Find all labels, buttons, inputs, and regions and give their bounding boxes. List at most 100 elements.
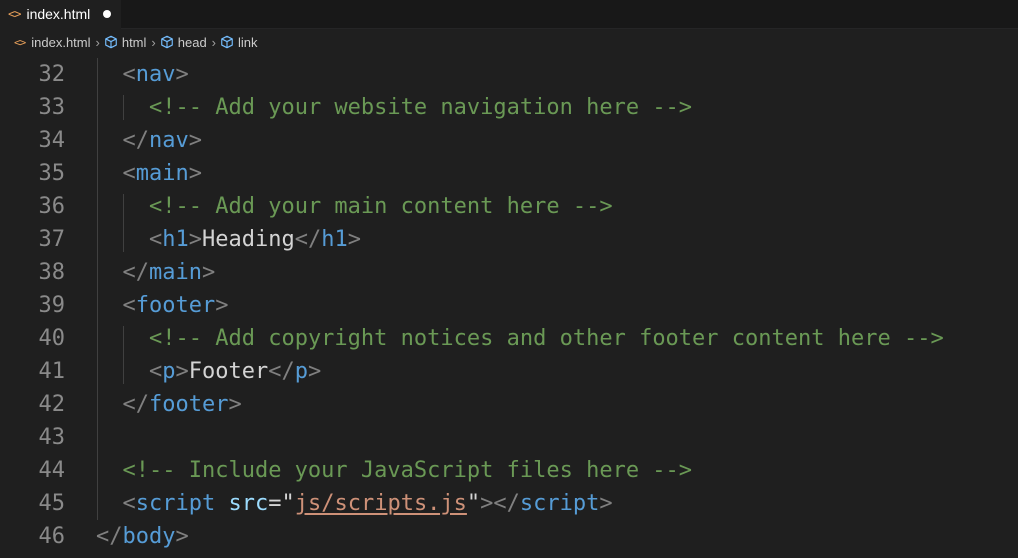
code-token-punc: < (122, 293, 136, 318)
code-line[interactable]: 43 (0, 421, 1018, 454)
line-number: 40 (38, 326, 66, 351)
breadcrumb-label: head (177, 34, 207, 50)
code-token-punc: > (599, 491, 613, 516)
code-content: </body > (96, 520, 189, 553)
code-token-tag: nav (149, 128, 189, 153)
line-number: 32 (38, 62, 66, 87)
code-token-punc: < (149, 227, 163, 252)
code-content: < p > Footer </p > (149, 355, 321, 388)
line-number: 41 (38, 359, 66, 384)
code-editor-window: <> index.html <> index.html › html › hea… (0, 0, 1018, 558)
code-token-comment: <!-- Add your website navigation here --… (149, 95, 693, 120)
line-number: 38 (38, 260, 66, 285)
code-token-tag: script (135, 491, 216, 516)
line-number: 36 (38, 194, 66, 219)
breadcrumb-item-link[interactable]: link (220, 35, 258, 50)
code-token-tag: main (149, 260, 202, 285)
code-content: </main > (123, 256, 216, 289)
line-number: 42 (38, 392, 66, 417)
code-line[interactable]: 41 < p > Footer </p > (0, 355, 1018, 388)
code-content: < h1 > Heading </h1 > (149, 223, 361, 256)
code-content: </nav > (123, 124, 203, 157)
symbol-cube-icon (105, 35, 117, 49)
breadcrumb-item-file[interactable]: <> index.html (14, 35, 91, 50)
code-token-text: Footer (188, 359, 269, 384)
code-token-tag: p (162, 359, 176, 384)
code-token-eq: = (268, 491, 282, 516)
code-token-punc: </ (96, 524, 123, 549)
html-file-icon: <> (14, 35, 26, 49)
code-line[interactable]: 45 < script src = " js/scripts.js " > </script > (0, 487, 1018, 520)
code-token-attr: src (228, 491, 269, 516)
code-token-str: js/scripts.js (294, 491, 467, 516)
chevron-right-icon: › (211, 34, 217, 50)
code-token-punc: </ (268, 359, 295, 384)
code-content: </footer > (123, 388, 242, 421)
code-token-eq: " (466, 491, 481, 516)
code-line[interactable]: 37 < h1 > Heading </h1 > (0, 223, 1018, 256)
code-line[interactable]: 35 < main > (0, 157, 1018, 190)
code-content: < footer > (123, 289, 229, 322)
code-token-tag: script (519, 491, 600, 516)
code-token-punc: > (188, 128, 202, 153)
unsaved-changes-dot-icon[interactable] (103, 10, 112, 18)
code-token-punc: > (188, 161, 202, 186)
breadcrumb-item-head[interactable]: head (160, 35, 207, 50)
breadcrumb-item-html[interactable]: html (104, 34, 147, 50)
line-number: 34 (38, 128, 66, 153)
code-token-tag: p (294, 359, 308, 384)
breadcrumb: <> index.html › html › head › link (0, 29, 1018, 55)
code-token-punc: > (188, 227, 202, 252)
code-editor[interactable]: 32 < nav >33 <!-- Add your website navigatio… (0, 58, 1018, 558)
code-content: <!-- Add your website navigation here --… (149, 91, 692, 124)
tab-bar: <> index.html (0, 0, 1018, 29)
line-number: 44 (38, 458, 66, 483)
code-token-punc: </ (294, 227, 322, 252)
symbol-cube-icon (221, 35, 233, 49)
tab-index-html[interactable]: <> index.html (0, 0, 122, 29)
code-line[interactable]: 39 < footer > (0, 289, 1018, 322)
code-line[interactable]: 36 <!-- Add your main content here --> (0, 190, 1018, 223)
code-content: < main > (123, 157, 202, 190)
code-token-punc: > (201, 260, 216, 285)
code-line[interactable]: 32 < nav > (0, 58, 1018, 91)
code-token-tag: nav (135, 62, 176, 87)
line-number: 33 (38, 95, 66, 120)
line-number: 45 (38, 491, 66, 516)
code-line[interactable]: 44 <!-- Include your JavaScript files her… (0, 454, 1018, 487)
code-token-punc: < (149, 359, 163, 384)
code-token-punc: > (228, 392, 242, 417)
code-content: <!-- Add your main content here --> (149, 190, 613, 223)
chevron-right-icon: › (151, 34, 156, 50)
code-token-punc: > (175, 62, 189, 87)
code-token-punc: > (307, 359, 322, 384)
code-line[interactable]: 42 </footer > (0, 388, 1018, 421)
line-number: 35 (38, 161, 66, 186)
code-content: <!-- Add copyright notices and other foo… (149, 322, 944, 355)
code-token-punc: > (347, 227, 361, 252)
code-token-punc: </ (493, 491, 520, 516)
code-line[interactable]: 34 </nav > (0, 124, 1018, 157)
code-line[interactable]: 46 </body > (0, 520, 1018, 553)
tab-label: index.html (26, 6, 91, 22)
breadcrumb-label: link (238, 34, 258, 50)
code-token-tag: footer (135, 293, 216, 318)
breadcrumb-label: html (121, 34, 147, 50)
code-token-punc: < (122, 161, 136, 186)
code-line[interactable]: 38 </main > (0, 256, 1018, 289)
code-token-punc: > (175, 359, 189, 384)
code-token-punc: < (122, 491, 136, 516)
line-number: 39 (38, 293, 66, 318)
code-line[interactable]: 40 <!-- Add copyright notices and other f… (0, 322, 1018, 355)
code-token-punc: < (122, 62, 136, 87)
code-token-punc: > (480, 491, 494, 516)
breadcrumb-label: index.html (31, 34, 91, 50)
code-line[interactable]: 33 <!-- Add your website navigation here … (0, 91, 1018, 124)
code-token-eq: " (281, 491, 295, 516)
code-token-tag: h1 (162, 227, 189, 252)
code-content: < script src = " js/scripts.js " > </script > (123, 487, 613, 520)
chevron-right-icon: › (95, 34, 100, 50)
symbol-cube-icon (160, 35, 173, 49)
code-content: < nav > (123, 58, 189, 91)
